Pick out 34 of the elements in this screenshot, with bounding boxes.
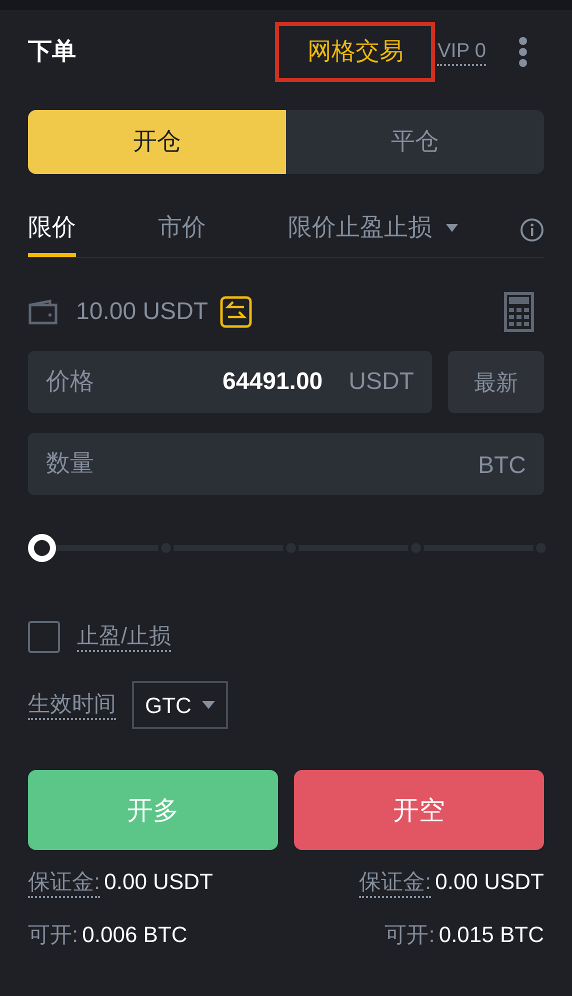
order-type-tab[interactable]: 市价 xyxy=(158,202,206,257)
time-in-force-label: 生效时间 xyxy=(28,690,116,720)
latest-price-button[interactable]: 最新 xyxy=(448,351,544,413)
margin-value: 0.00 USDT xyxy=(435,868,544,896)
margin-label: 保证金: xyxy=(28,868,100,898)
wallet-icon xyxy=(28,299,60,325)
order-type-tab[interactable]: 限价 xyxy=(28,202,76,257)
price-label: 价格 xyxy=(46,367,94,397)
price-field[interactable]: 价格 64491.00 USDT xyxy=(28,351,432,413)
unit-text: BTC xyxy=(478,451,526,481)
margin-value: 0.00 USDT xyxy=(104,868,213,896)
time-in-force-dropdown[interactable]: GTC xyxy=(132,681,228,729)
more-icon[interactable] xyxy=(518,37,528,67)
margin-label: 保证金: xyxy=(359,868,432,898)
open-short-button[interactable]: 开空 xyxy=(294,770,544,850)
tp-sl-label[interactable]: 止盈/止损 xyxy=(77,622,172,652)
position-tab[interactable]: 开仓 xyxy=(28,110,286,174)
price-value: 64491.00 xyxy=(222,367,323,397)
transfer-icon[interactable] xyxy=(220,296,252,328)
panel-title: 下单 xyxy=(28,37,76,67)
caret-icon xyxy=(202,701,215,709)
available-value: 0.015 BTC xyxy=(438,920,544,948)
balance-text: 10.00 USDT xyxy=(76,297,208,327)
available-label: 可开: xyxy=(384,920,435,948)
info-icon[interactable] xyxy=(520,218,544,242)
vip-link[interactable]: VIP 0 xyxy=(437,38,486,66)
checkbox[interactable] xyxy=(28,621,60,653)
available-label: 可开: xyxy=(28,920,78,948)
unit-text: USDT xyxy=(348,367,414,397)
slider-thumb[interactable] xyxy=(28,534,56,562)
order-type-tab[interactable]: 限价止盈止损 xyxy=(288,202,458,257)
grid-trading-link[interactable]: 网格交易 xyxy=(275,22,436,82)
calculator-icon[interactable] xyxy=(504,292,534,332)
available-value: 0.006 BTC xyxy=(82,920,188,948)
